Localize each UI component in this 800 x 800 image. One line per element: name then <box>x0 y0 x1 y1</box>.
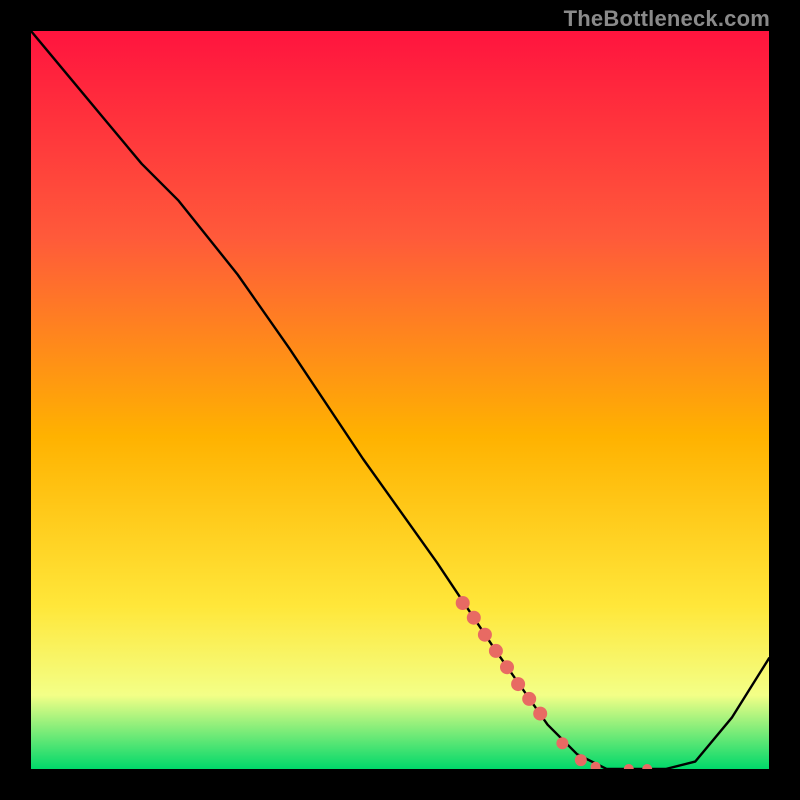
highlight-marker <box>533 707 547 721</box>
highlight-marker <box>575 754 587 766</box>
highlight-marker <box>522 692 536 706</box>
highlight-marker <box>511 677 525 691</box>
plot-area <box>31 31 769 769</box>
chart-canvas <box>31 31 769 769</box>
highlight-marker <box>467 611 481 625</box>
highlight-marker <box>500 660 514 674</box>
watermark-text: TheBottleneck.com <box>564 6 770 32</box>
highlight-marker <box>456 596 470 610</box>
chart-frame: TheBottleneck.com <box>0 0 800 800</box>
gradient-background <box>31 31 769 769</box>
highlight-marker <box>489 644 503 658</box>
highlight-marker <box>478 628 492 642</box>
highlight-marker <box>556 737 568 749</box>
